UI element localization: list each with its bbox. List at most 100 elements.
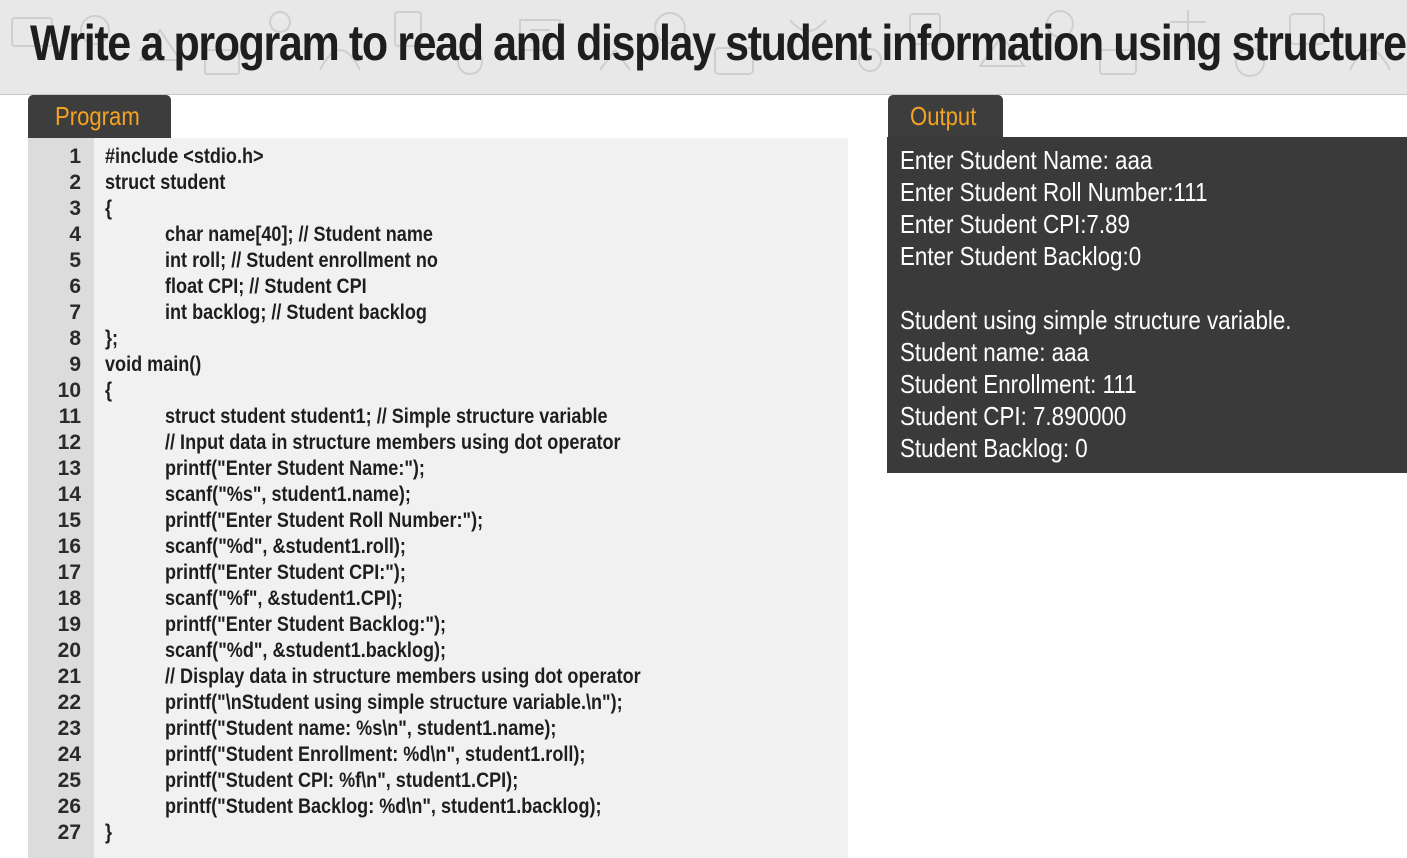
line-number: 2 [69, 171, 81, 194]
line-number: 15 [57, 509, 81, 532]
code-text: int roll; // Student enrollment no [165, 249, 438, 272]
code-line: 12 // Input data in structure members usi… [28, 430, 848, 456]
code-line: 1 #include <stdio.h> [28, 144, 848, 170]
line-number: 9 [69, 353, 81, 376]
output-line: Student Enrollment: 111 [900, 369, 1137, 399]
code-text: scanf("%s", student1.name); [165, 483, 411, 506]
code-line: 9 void main() [28, 352, 848, 378]
code-text: }; [105, 327, 119, 350]
line-number: 7 [69, 301, 81, 324]
code-line: 6 float CPI; // Student CPI [28, 274, 848, 300]
code-line: 24 printf("Student Enrollment: %d\n", stu… [28, 742, 848, 768]
code-lines: 1 #include <stdio.h> 2 struct student 3{4 cha… [28, 144, 848, 846]
output-line: Student name: aaa [900, 337, 1089, 367]
line-number: 6 [69, 275, 81, 298]
code-text: } [105, 821, 113, 844]
line-number: 12 [57, 431, 81, 454]
line-number: 21 [57, 665, 81, 688]
code-text: // Input data in structure members using… [165, 431, 621, 454]
line-number: 5 [69, 249, 81, 272]
code-text: // Display data in structure members usi… [165, 665, 641, 688]
code-line: 11 struct student student1; // Simple str… [28, 404, 848, 430]
code-text: scanf("%f", &student1.CPI); [165, 587, 403, 610]
code-text: printf("Student Backlog: %d\n", student1… [165, 795, 602, 818]
code-text: #include <stdio.h> [105, 145, 264, 168]
code-text: printf("Student name: %s\n", student1.na… [165, 717, 557, 740]
code-text: { [105, 379, 113, 402]
code-text: void main() [105, 353, 202, 376]
page: Write a program to read and display stud… [0, 0, 1407, 858]
code-line: 8}; [28, 326, 848, 352]
line-number: 8 [69, 327, 81, 350]
code-line: 13 printf("Enter Student Name:"); [28, 456, 848, 482]
code-text: struct student student1; // Simple struc… [165, 405, 608, 428]
code-text: char name[40]; // Student name [165, 223, 433, 246]
output-line: Student Backlog: 0 [900, 433, 1088, 463]
line-number: 13 [57, 457, 81, 480]
code-line: 20 scanf("%d", &student1.backlog); [28, 638, 848, 664]
code-text: float CPI; // Student CPI [165, 275, 367, 298]
code-line: 25 printf("Student CPI: %f\n", student1.C… [28, 768, 848, 794]
tab-program-label: Program [55, 101, 140, 131]
output-lines: Enter Student Name: aaa Enter Student Rol… [900, 144, 1355, 464]
line-number: 26 [57, 795, 81, 818]
code-line: 10 { [28, 378, 848, 404]
tab-output[interactable]: Output [888, 95, 1003, 138]
code-line: 5 int roll; // Student enrollment no [28, 248, 848, 274]
output-line: Enter Student Name: aaa [900, 145, 1153, 175]
code-text: scanf("%d", &student1.roll); [165, 535, 406, 558]
line-number: 3 [69, 197, 81, 220]
code-text: struct student [105, 171, 226, 194]
code-text: printf("Enter Student Roll Number:"); [165, 509, 484, 532]
code-line: 18 scanf("%f", &student1.CPI); [28, 586, 848, 612]
output-line: Enter Student CPI:7.89 [900, 209, 1130, 239]
code-line: 21 // Display data in structure members u… [28, 664, 848, 690]
code-line: 15 printf("Enter Student Roll Number:"); [28, 508, 848, 534]
code-line: 14 scanf("%s", student1.name); [28, 482, 848, 508]
code-text: printf("Student Enrollment: %d\n", stude… [165, 743, 586, 766]
line-number: 27 [57, 821, 81, 844]
output-line: Enter Student Backlog:0 [900, 241, 1142, 271]
line-number: 1 [69, 145, 81, 168]
code-panel: 1 #include <stdio.h> 2 struct student 3{4 cha… [28, 138, 848, 858]
code-text: printf("Student CPI: %f\n", student1.CPI… [165, 769, 519, 792]
code-line: 3{ [28, 196, 848, 222]
code-text: printf("Enter Student Name:"); [165, 457, 425, 480]
code-text: { [105, 197, 113, 220]
code-line: 27} [28, 820, 848, 846]
code-line: 4 char name[40]; // Student name [28, 222, 848, 248]
line-number: 20 [57, 639, 81, 662]
output-line: Student using simple structure variable. [900, 305, 1292, 335]
line-number: 19 [57, 613, 81, 636]
code-line: 22 printf("\nStudent using simple structu… [28, 690, 848, 716]
code-text: printf("Enter Student Backlog:"); [165, 613, 446, 636]
line-number: 17 [57, 561, 81, 584]
line-number: 24 [57, 743, 81, 766]
line-number: 22 [57, 691, 81, 714]
code-line: 26 printf("Student Backlog: %d\n", studen… [28, 794, 848, 820]
code-line: 23 printf("Student name: %s\n", student1.… [28, 716, 848, 742]
page-title: Write a program to read and display stud… [30, 15, 1407, 71]
tab-program[interactable]: Program [28, 95, 171, 138]
code-text: printf("Enter Student CPI:"); [165, 561, 406, 584]
output-line: Student CPI: 7.890000 [900, 401, 1127, 431]
tab-output-label: Output [910, 101, 977, 131]
line-number: 16 [57, 535, 81, 558]
line-number: 23 [57, 717, 81, 740]
code-text: scanf("%d", &student1.backlog); [165, 639, 447, 662]
code-line: 16 scanf("%d", &student1.roll); [28, 534, 848, 560]
code-text: int backlog; // Student backlog [165, 301, 427, 324]
line-number: 14 [57, 483, 81, 506]
line-number: 18 [57, 587, 81, 610]
code-line: 7 int backlog; // Student backlog [28, 300, 848, 326]
output-line: Enter Student Roll Number:111 [900, 177, 1208, 207]
code-line: 17 printf("Enter Student CPI:"); [28, 560, 848, 586]
line-number: 11 [58, 405, 81, 428]
title-bar: Write a program to read and display stud… [0, 0, 1407, 95]
output-panel: Enter Student Name: aaa Enter Student Rol… [887, 137, 1407, 473]
code-line: 2 struct student [28, 170, 848, 196]
code-text: printf("\nStudent using simple structure… [165, 691, 623, 714]
code-line: 19 printf("Enter Student Backlog:"); [28, 612, 848, 638]
line-number: 25 [57, 769, 81, 792]
